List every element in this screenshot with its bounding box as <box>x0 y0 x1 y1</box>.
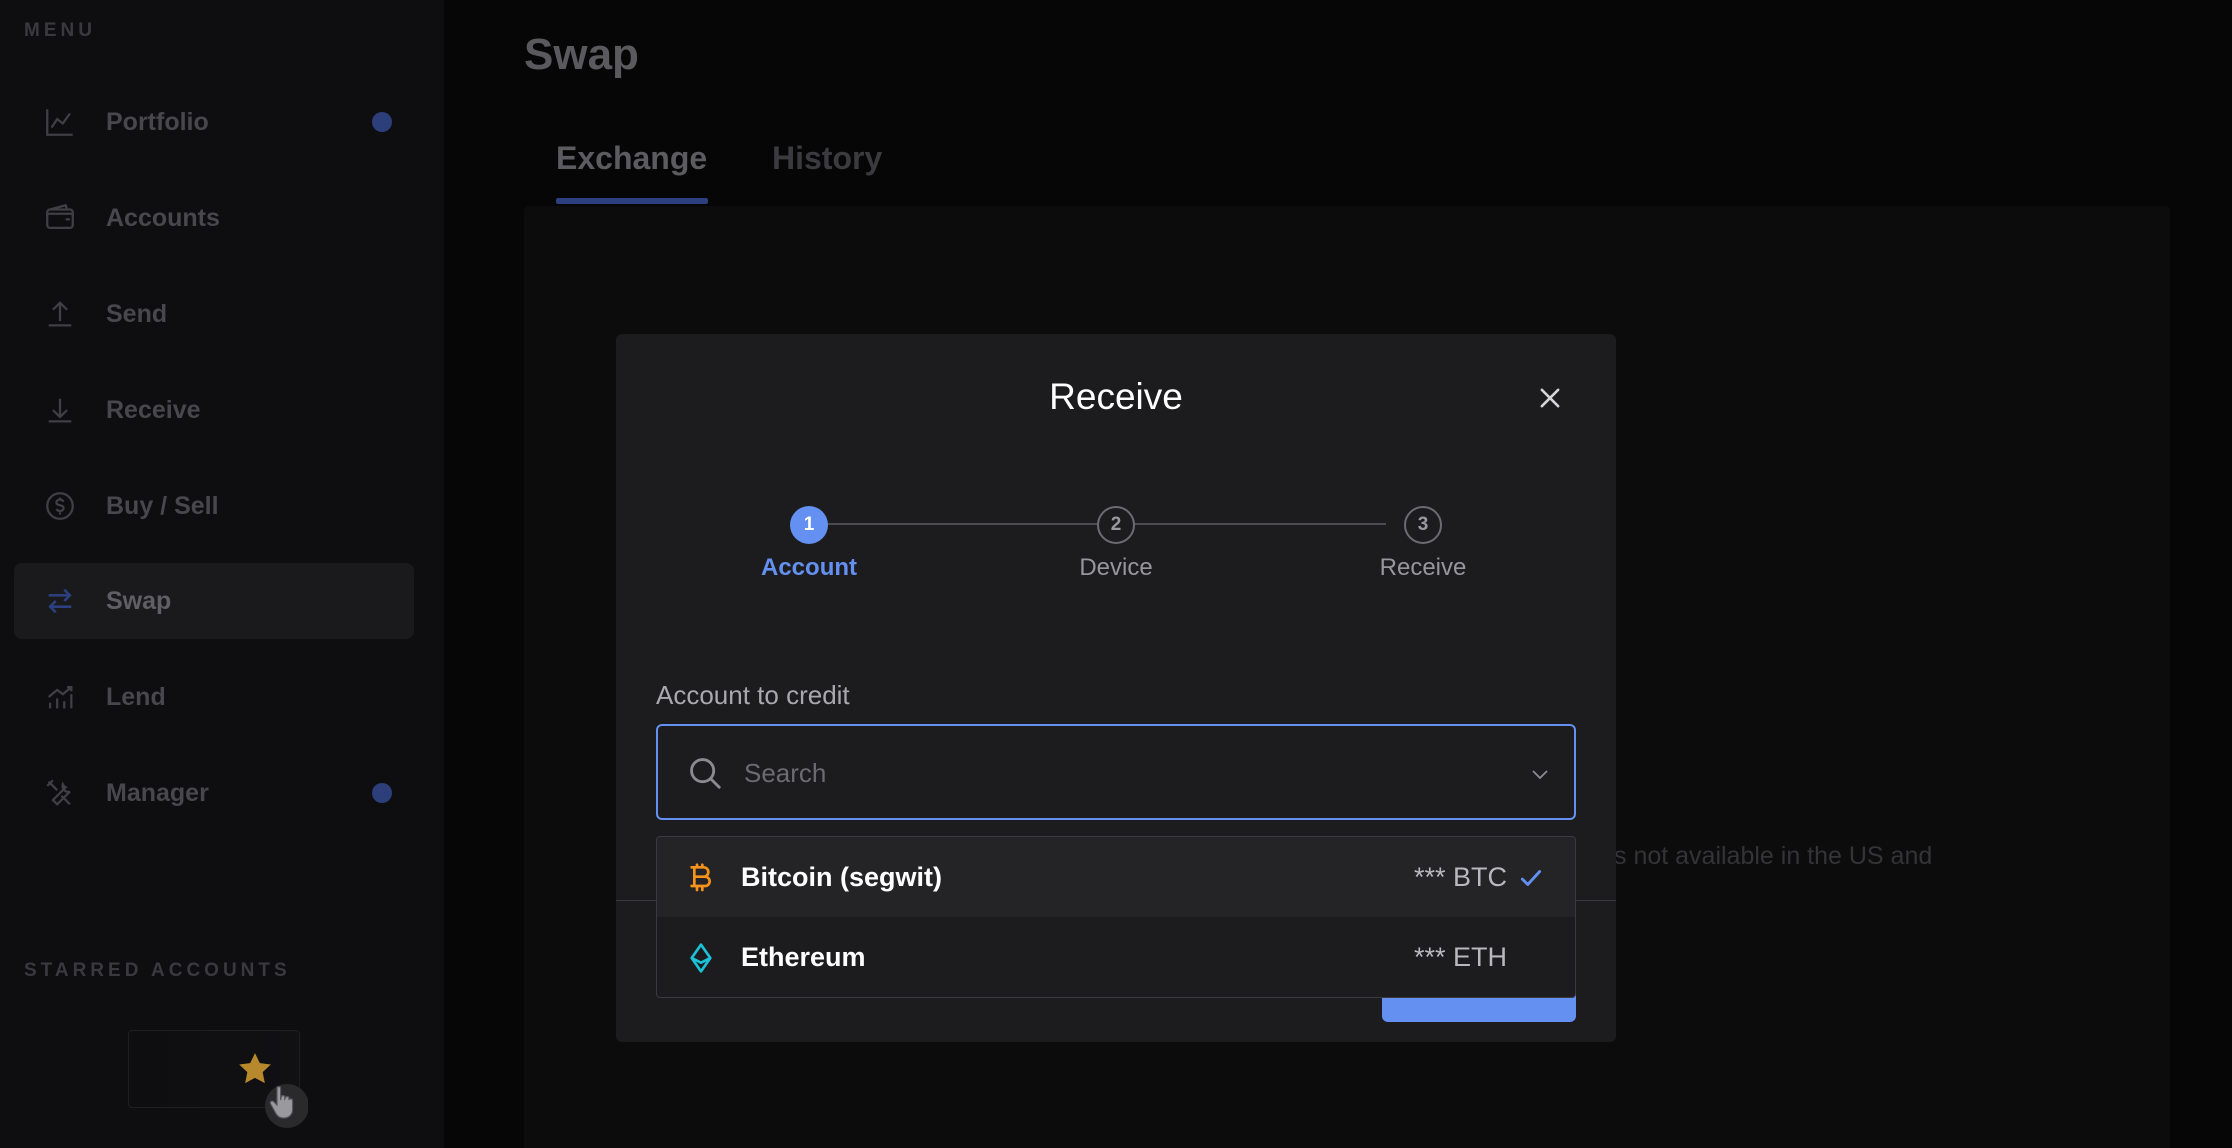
sidebar-item-accounts[interactable]: Accounts <box>14 180 414 256</box>
ethereum-icon <box>690 943 712 973</box>
account-option-bitcoin[interactable]: Bitcoin (segwit) *** BTC <box>657 837 1575 917</box>
tab-exchange[interactable]: Exchange <box>556 140 707 177</box>
notification-dot <box>372 112 392 132</box>
account-balance: *** ETH <box>1413 941 1507 972</box>
sidebar-item-buy-sell[interactable]: Buy / Sell <box>14 468 414 544</box>
sidebar-item-label: Buy / Sell <box>106 491 219 520</box>
search-icon <box>690 758 721 789</box>
sidebar-item-manager[interactable]: Manager <box>14 755 414 831</box>
step-1-circle: 1 <box>790 506 828 544</box>
dollar-circle-icon <box>42 488 78 524</box>
bar-growth-icon <box>42 679 78 715</box>
step-3-label: Receive <box>1379 554 1467 581</box>
sidebar-item-label: Portfolio <box>106 107 209 136</box>
availability-notice: s not available in the US and <box>1614 842 1933 870</box>
sidebar-item-label: Send <box>106 299 168 328</box>
step-2-label: Device <box>1079 554 1153 581</box>
close-icon <box>1540 388 1560 408</box>
sidebar-item-send[interactable]: Send <box>14 276 414 352</box>
account-dropdown: Bitcoin (segwit) *** BTC Ethereum *** ET… <box>656 836 1576 998</box>
sidebar-item-label: Accounts <box>106 203 220 232</box>
account-name: Ethereum <box>741 941 866 972</box>
modal-title: Receive <box>1049 376 1183 417</box>
account-select[interactable] <box>656 724 1576 820</box>
active-tab-indicator <box>556 198 708 204</box>
download-arrow-icon <box>42 392 78 428</box>
tab-history[interactable]: History <box>772 140 882 177</box>
step-3-circle: 3 <box>1404 506 1442 544</box>
account-balance: *** BTC <box>1413 861 1507 892</box>
account-name: Bitcoin (segwit) <box>741 861 942 892</box>
close-button[interactable] <box>1532 380 1568 416</box>
sidebar-item-lend[interactable]: Lend <box>14 659 414 735</box>
wallet-icon <box>42 200 78 236</box>
sidebar-item-label: Manager <box>106 778 209 807</box>
sidebar-item-portfolio[interactable]: Portfolio <box>14 84 414 160</box>
check-icon <box>1520 870 1542 886</box>
step-2-circle: 2 <box>1097 506 1135 544</box>
tools-icon <box>42 775 78 811</box>
starred-accounts-title: STARRED ACCOUNTS <box>24 960 291 981</box>
hand-cursor-icon <box>265 1084 308 1128</box>
swap-arrows-icon <box>42 583 78 619</box>
menu-title: MENU <box>24 20 96 41</box>
account-option-ethereum[interactable]: Ethereum *** ETH <box>657 917 1575 997</box>
account-to-credit-label: Account to credit <box>656 680 850 710</box>
sidebar-item-label: Receive <box>106 395 201 424</box>
receive-modal: Receive 1 2 3 Account Device Receive Acc… <box>616 334 1616 1042</box>
sidebar-item-label: Swap <box>106 586 172 615</box>
chevron-down-icon[interactable] <box>1528 762 1552 786</box>
search-input[interactable] <box>744 748 1504 798</box>
notification-dot <box>372 783 392 803</box>
bitcoin-icon <box>690 863 711 892</box>
sidebar-item-swap[interactable]: Swap <box>14 563 414 639</box>
sidebar: MENU Portfolio Accounts Send Receive Buy… <box>0 0 444 1148</box>
page-title: Swap <box>524 30 639 79</box>
upload-arrow-icon <box>42 296 78 332</box>
chart-line-icon <box>42 104 78 140</box>
sidebar-item-label: Lend <box>106 682 166 711</box>
sidebar-item-receive[interactable]: Receive <box>14 372 414 448</box>
step-1-label: Account <box>761 554 857 581</box>
